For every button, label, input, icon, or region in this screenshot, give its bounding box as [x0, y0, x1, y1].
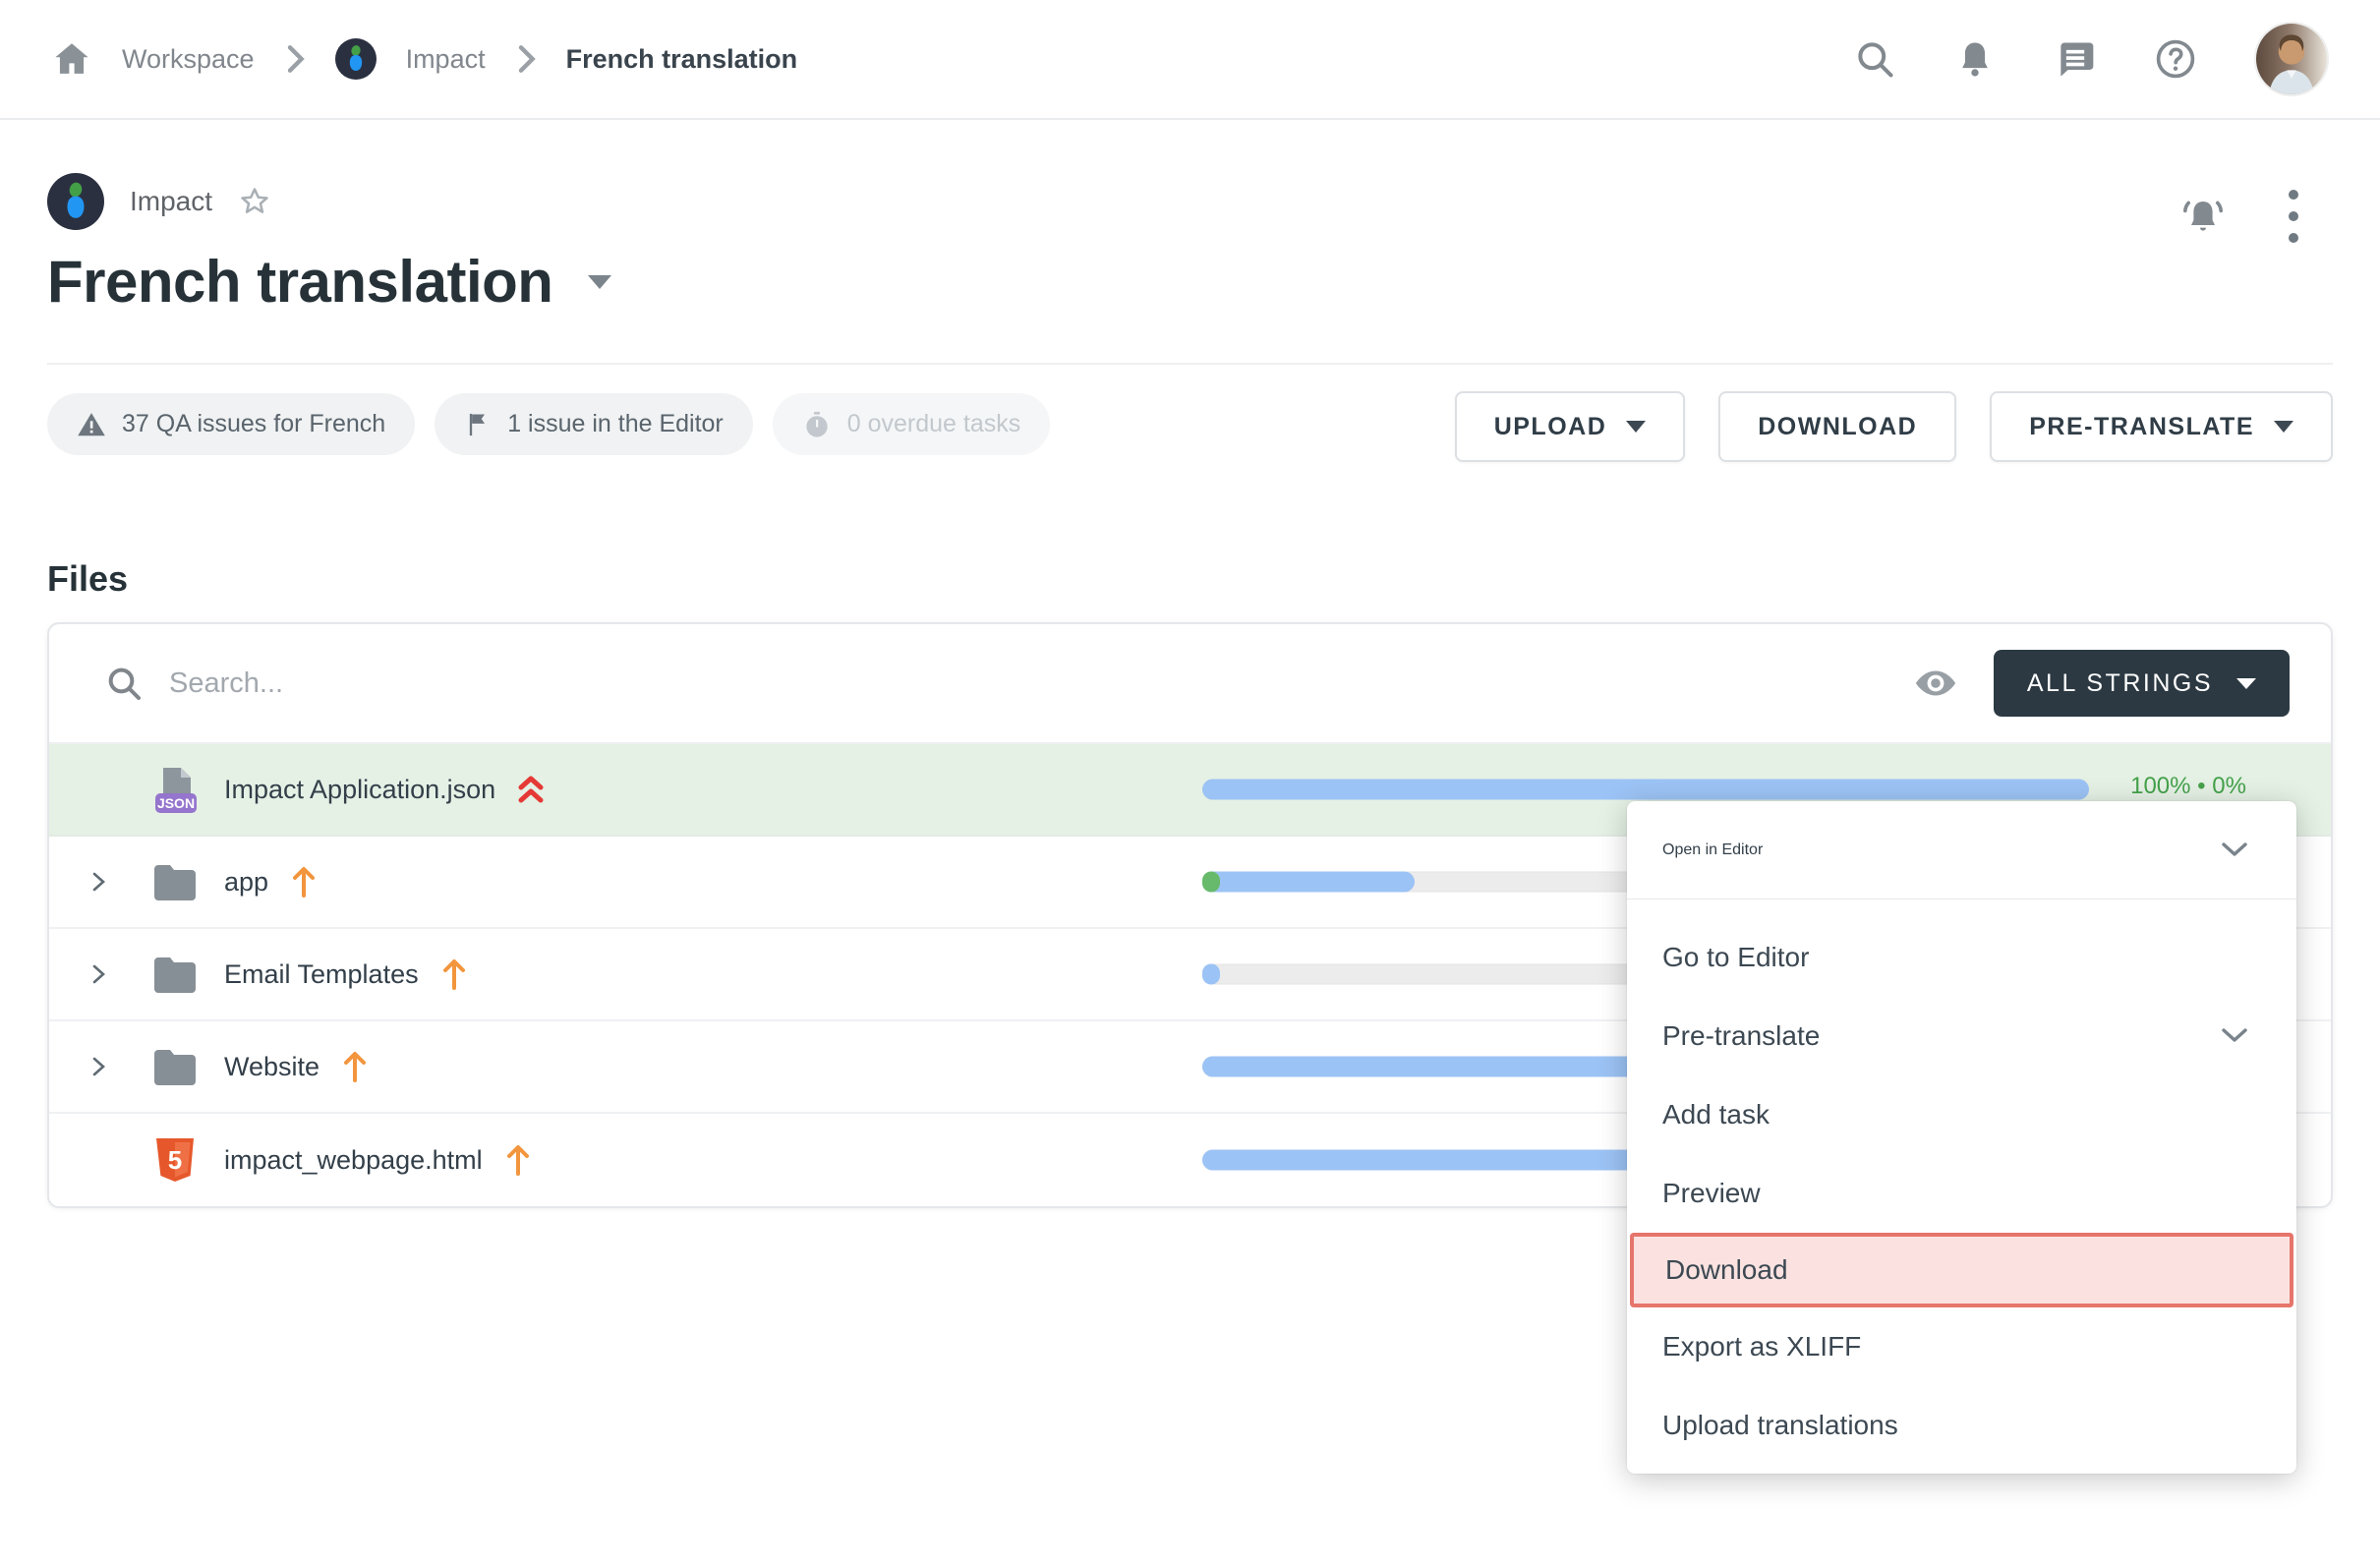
menu-item-label: Pre-translate — [1662, 1020, 1820, 1052]
all-strings-label: ALL STRINGS — [2027, 669, 2213, 698]
expand-chevron-icon[interactable] — [77, 962, 120, 986]
project-more-options-kebab-icon[interactable] — [2288, 187, 2299, 246]
menu-item-label: Go to Editor — [1662, 942, 1809, 973]
translated-progress-fill — [1202, 872, 1415, 893]
menu-item-label: Upload translations — [1662, 1410, 1898, 1441]
all-strings-caret-icon — [2236, 678, 2256, 689]
folder-name: Website — [224, 1052, 319, 1082]
menu-item-label: Download — [1665, 1254, 1788, 1286]
top-navigation-bar: Workspace Impact French translation — [0, 0, 2380, 120]
menu-item-add-task[interactable]: Add task — [1627, 1075, 2296, 1154]
editor-issues-label: 1 issue in the Editor — [507, 410, 724, 438]
help-icon[interactable] — [2154, 37, 2197, 81]
search-icon[interactable] — [1853, 37, 1896, 81]
warning-triangle-icon — [77, 410, 106, 439]
breadcrumb-workspace[interactable]: Workspace — [122, 44, 255, 75]
eye-visibility-icon[interactable] — [1913, 661, 1958, 706]
menu-item-export-as-xliff[interactable]: Export as XLIFF — [1627, 1307, 2296, 1386]
overdue-tasks-label: 0 overdue tasks — [847, 410, 1021, 438]
priority-high-icon — [440, 957, 468, 991]
pre-translate-button[interactable]: PRE-TRANSLATE — [1990, 391, 2333, 462]
file-context-menu: Open in Editor Go to Editor Pre-translat… — [1627, 801, 2296, 1474]
file-name: impact_webpage.html — [224, 1145, 483, 1176]
priority-highest-icon — [517, 774, 545, 805]
menu-item-label: Preview — [1662, 1178, 1761, 1209]
overdue-tasks-badge: 0 overdue tasks — [773, 393, 1051, 455]
svg-text:5: 5 — [168, 1145, 182, 1175]
files-search-input[interactable] — [144, 667, 1913, 700]
notifications-bell-icon[interactable] — [1953, 37, 1997, 81]
svg-text:JSON: JSON — [157, 795, 195, 811]
chevron-down-icon — [2220, 1026, 2249, 1046]
progress-bar — [1202, 780, 2089, 800]
translated-progress-fill — [1202, 964, 1220, 985]
breadcrumb-impact[interactable]: Impact — [406, 44, 486, 75]
page-title: French translation — [47, 248, 552, 316]
translated-progress-fill — [1202, 780, 2089, 800]
folder-icon — [145, 956, 204, 993]
breadcrumb: Workspace Impact French translation — [51, 38, 797, 80]
folder-icon — [145, 863, 204, 900]
chevron-right-icon — [284, 44, 306, 74]
approved-progress-fill — [1202, 872, 1220, 893]
project-logo-small — [335, 38, 377, 80]
stopwatch-icon — [802, 410, 832, 439]
star-favorite-icon[interactable] — [238, 185, 271, 218]
project-logo — [47, 173, 104, 230]
header-divider — [47, 363, 2333, 365]
user-avatar[interactable] — [2254, 22, 2329, 96]
flag-icon — [464, 410, 492, 439]
download-button[interactable]: DOWNLOAD — [1718, 391, 1956, 462]
messages-icon[interactable] — [2054, 37, 2097, 81]
project-name[interactable]: Impact — [130, 186, 212, 217]
priority-high-icon — [341, 1050, 369, 1083]
upload-dropdown-caret-icon — [1626, 421, 1646, 433]
files-search-row: ALL STRINGS — [49, 624, 2331, 744]
folder-name: Email Templates — [224, 959, 419, 990]
file-name: Impact Application.json — [224, 775, 495, 805]
pre-translate-button-label: PRE-TRANSLATE — [2029, 413, 2254, 441]
project-notifications-bell-icon[interactable] — [2179, 193, 2227, 240]
expand-chevron-icon[interactable] — [77, 870, 120, 894]
folder-icon — [145, 1048, 204, 1085]
home-icon[interactable] — [51, 38, 92, 80]
menu-item-label: Add task — [1662, 1099, 1770, 1130]
menu-item-open-in-editor[interactable]: Open in Editor — [1627, 801, 2296, 898]
chevron-right-icon — [515, 44, 537, 74]
menu-item-download[interactable]: Download — [1630, 1233, 2293, 1307]
menu-item-pre-translate[interactable]: Pre-translate — [1627, 997, 2296, 1075]
upload-button[interactable]: UPLOAD — [1455, 391, 1686, 462]
download-button-label: DOWNLOAD — [1758, 413, 1917, 441]
progress-stats: 100% • 0% — [2110, 773, 2267, 800]
upload-button-label: UPLOAD — [1494, 413, 1607, 441]
html-file-icon: 5 — [145, 1136, 204, 1184]
qa-issues-badge[interactable]: 37 QA issues for French — [47, 393, 415, 455]
search-icon — [104, 664, 144, 703]
menu-item-preview[interactable]: Preview — [1627, 1154, 2296, 1233]
chevron-down-icon — [2220, 840, 2249, 860]
menu-item-go-to-editor[interactable]: Go to Editor — [1627, 918, 2296, 997]
editor-issues-badge[interactable]: 1 issue in the Editor — [435, 393, 753, 455]
menu-item-label: Export as XLIFF — [1662, 1331, 1861, 1362]
files-section-title: Files — [47, 558, 128, 600]
qa-issues-label: 37 QA issues for French — [122, 410, 385, 438]
pre-translate-dropdown-caret-icon — [2274, 421, 2293, 433]
breadcrumb-french-translation: French translation — [566, 44, 798, 75]
priority-high-icon — [504, 1143, 532, 1177]
expand-chevron-icon[interactable] — [77, 1055, 120, 1078]
folder-name: app — [224, 867, 268, 898]
menu-item-label: Open in Editor — [1662, 841, 1763, 859]
all-strings-filter-button[interactable]: ALL STRINGS — [1994, 650, 2290, 717]
menu-item-upload-translations[interactable]: Upload translations — [1627, 1386, 2296, 1465]
json-file-icon: JSON — [145, 762, 204, 817]
title-dropdown-caret-icon[interactable] — [588, 275, 611, 289]
priority-high-icon — [290, 865, 318, 898]
